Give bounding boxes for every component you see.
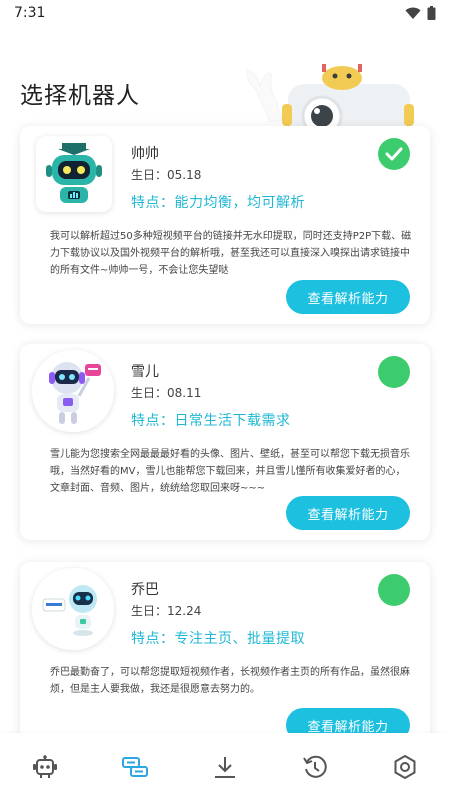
battery-icon (427, 6, 436, 20)
view-ability-button[interactable]: 查看解析能力 (286, 280, 410, 314)
bot-avatar (36, 136, 112, 212)
status-time: 7:31 (14, 5, 46, 21)
selected-check-icon[interactable] (378, 138, 410, 170)
bot-avatar (32, 568, 114, 650)
bot-feature: 特点：能力均衡，均可解析 (131, 195, 305, 211)
wifi-icon (405, 7, 421, 19)
bot-feature: 特点：日常生活下载需求 (131, 413, 291, 429)
download-icon (215, 756, 235, 778)
page-title: 选择机器人 (20, 83, 140, 109)
robot-shuaishuai-image (46, 143, 102, 203)
bot-name: 乔巴 (131, 582, 159, 598)
status-bar: 7:31 (0, 0, 450, 26)
nav-parse[interactable] (113, 745, 157, 789)
bot-description: 我可以解析超过50多种短视频平台的链接并无水印提取，同时还支持P2P下载、磁力下… (50, 231, 412, 276)
history-icon (303, 755, 327, 778)
select-dot-icon[interactable] (378, 356, 410, 388)
bot-birthday: 生日：12.24 (131, 604, 202, 618)
robot-icon (33, 754, 57, 778)
nav-settings[interactable] (383, 745, 427, 789)
nav-robot[interactable] (23, 745, 67, 789)
bot-card-qiaoba[interactable]: 乔巴 生日：12.24 特点：专注主页、批量提取 乔巴最勤奋了，可以帮您提取短视… (20, 562, 430, 752)
robot-qiaoba-image (42, 585, 97, 636)
bot-avatar (32, 350, 114, 432)
bot-name: 帅帅 (131, 146, 159, 162)
nav-download[interactable] (203, 745, 247, 789)
parse-icon (122, 756, 148, 777)
bot-description: 乔巴最勤奋了，可以帮您提取短视频作者，长视频作者主页的所有作品，虽然很麻烦，但是… (50, 667, 410, 695)
select-dot-icon[interactable] (378, 574, 410, 606)
bot-card-xueer[interactable]: 雪儿 生日：08.11 特点：日常生活下载需求 雪儿能为您搜索全网最最最好看的头… (20, 344, 430, 540)
bot-name: 雪儿 (131, 364, 159, 380)
bot-description: 雪儿能为您搜索全网最最最好看的头像、图片、壁纸，甚至可以帮您下载无损音乐哦，当然… (50, 449, 410, 494)
bot-birthday: 生日：05.18 (131, 168, 202, 182)
settings-icon (394, 754, 416, 779)
bot-birthday: 生日：08.11 (131, 386, 202, 400)
bot-feature: 特点：专注主页、批量提取 (131, 631, 305, 647)
robot-xueer-image (49, 362, 101, 424)
bottom-navigation (0, 733, 450, 800)
nav-history[interactable] (293, 745, 337, 789)
view-ability-button[interactable]: 查看解析能力 (286, 496, 410, 530)
bot-card-shuaishuai[interactable]: 帅帅 生日：05.18 特点：能力均衡，均可解析 我可以解析超过50多种短视频平… (20, 126, 430, 324)
status-icons (405, 6, 436, 20)
